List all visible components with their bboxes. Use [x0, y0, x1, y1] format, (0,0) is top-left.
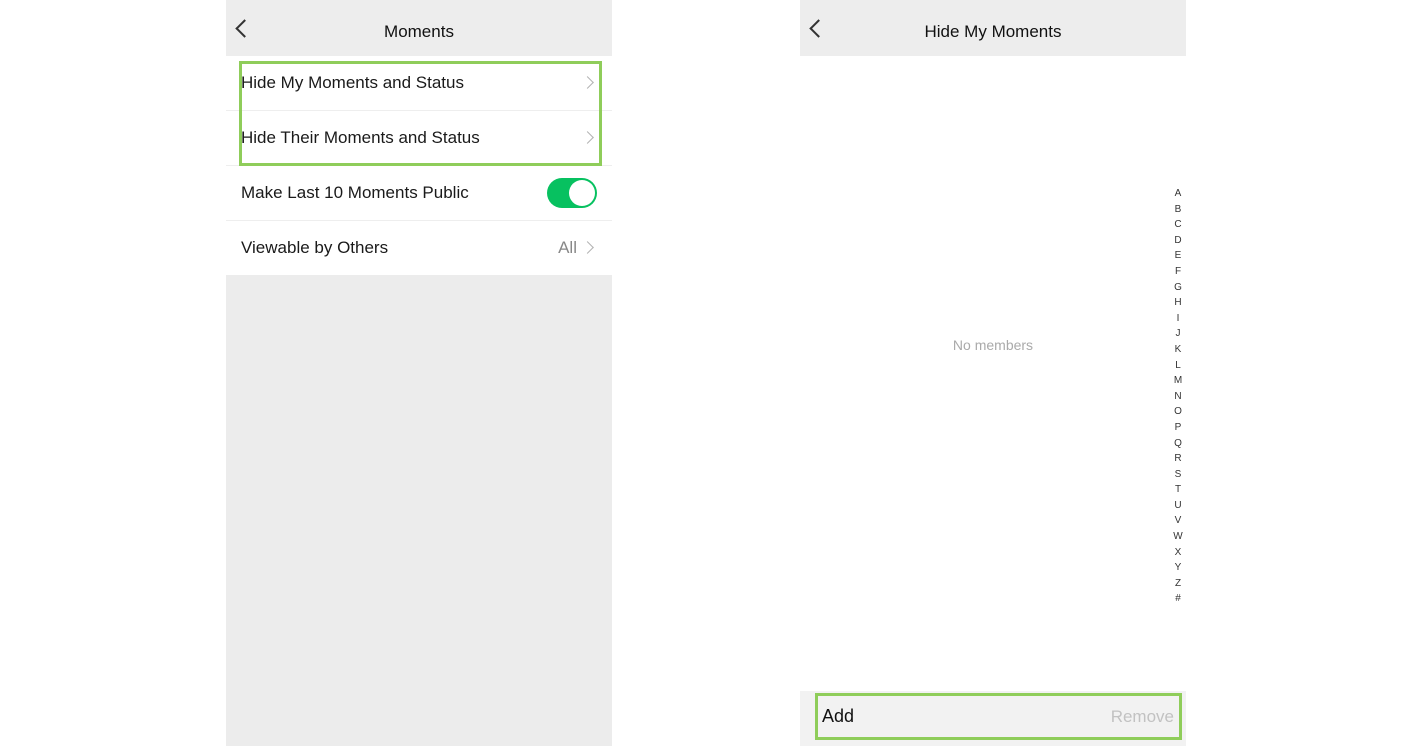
alphabet-letter[interactable]: B: [1175, 202, 1182, 218]
make-last-10-public-row: Make Last 10 Moments Public: [226, 166, 612, 221]
alphabet-letter[interactable]: Y: [1175, 560, 1182, 576]
alphabet-letter[interactable]: R: [1174, 451, 1181, 467]
chevron-right-icon: [581, 131, 594, 144]
alphabet-letter[interactable]: W: [1173, 529, 1182, 545]
alphabet-letter[interactable]: #: [1175, 591, 1181, 607]
add-button[interactable]: Add: [822, 706, 854, 727]
viewable-value: All: [558, 238, 577, 257]
row-label: Make Last 10 Moments Public: [241, 183, 469, 202]
row-label: Hide My Moments and Status: [241, 73, 464, 92]
alphabet-letter[interactable]: I: [1177, 311, 1180, 327]
alphabet-letter[interactable]: X: [1175, 545, 1182, 561]
page-title: Hide My Moments: [924, 22, 1062, 41]
remove-button[interactable]: Remove: [1111, 707, 1174, 727]
row-label: Viewable by Others: [241, 238, 389, 257]
alphabet-letter[interactable]: H: [1174, 295, 1181, 311]
hide-moments-header: Hide My Moments: [800, 0, 1186, 56]
alphabet-index[interactable]: A B C D E F G H I J K L M N O P Q R S T U V W X Y Z #: [1172, 186, 1184, 607]
moments-settings-list: Hide My Moments and Status Hide Their Mo…: [226, 56, 612, 275]
alphabet-letter[interactable]: D: [1174, 233, 1181, 249]
alphabet-letter[interactable]: P: [1175, 420, 1182, 436]
viewable-by-others-row[interactable]: Viewable by Others All: [226, 221, 612, 275]
alphabet-letter[interactable]: Z: [1175, 576, 1181, 592]
alphabet-letter[interactable]: V: [1175, 513, 1182, 529]
hide-my-moments-row[interactable]: Hide My Moments and Status: [226, 56, 612, 111]
chevron-right-icon: [581, 76, 594, 89]
alphabet-letter[interactable]: O: [1174, 404, 1182, 420]
alphabet-letter[interactable]: N: [1174, 389, 1181, 405]
bottom-action-bar: Add Remove: [800, 691, 1186, 746]
toggle-knob: [569, 180, 595, 206]
alphabet-letter[interactable]: F: [1175, 264, 1181, 280]
page-title: Moments: [384, 22, 454, 41]
chevron-right-icon: [581, 241, 594, 254]
alphabet-letter[interactable]: M: [1174, 373, 1182, 389]
alphabet-letter[interactable]: S: [1175, 467, 1182, 483]
row-label: Hide Their Moments and Status: [241, 128, 480, 147]
alphabet-letter[interactable]: U: [1174, 498, 1181, 514]
alphabet-letter[interactable]: K: [1175, 342, 1182, 358]
hide-my-moments-screen: Hide My Moments No members ABCDEFGHIJKLM…: [800, 0, 1186, 746]
hide-their-moments-row[interactable]: Hide Their Moments and Status: [226, 111, 612, 166]
alphabet-letter[interactable]: J: [1176, 326, 1181, 342]
empty-members-text: No members: [952, 337, 1034, 353]
alphabet-letter[interactable]: T: [1175, 482, 1181, 498]
alphabet-letter[interactable]: L: [1175, 358, 1181, 374]
moments-header: Moments: [226, 0, 612, 56]
moments-settings-screen: Moments Hide My Moments and Status Hide …: [226, 0, 612, 746]
alphabet-letter[interactable]: Q: [1174, 436, 1182, 452]
alphabet-letter[interactable]: E: [1175, 248, 1182, 264]
alphabet-letter[interactable]: G: [1174, 280, 1182, 296]
alphabet-letter[interactable]: C: [1174, 217, 1181, 233]
alphabet-letter[interactable]: A: [1175, 186, 1182, 202]
public-moments-toggle[interactable]: [547, 178, 597, 208]
